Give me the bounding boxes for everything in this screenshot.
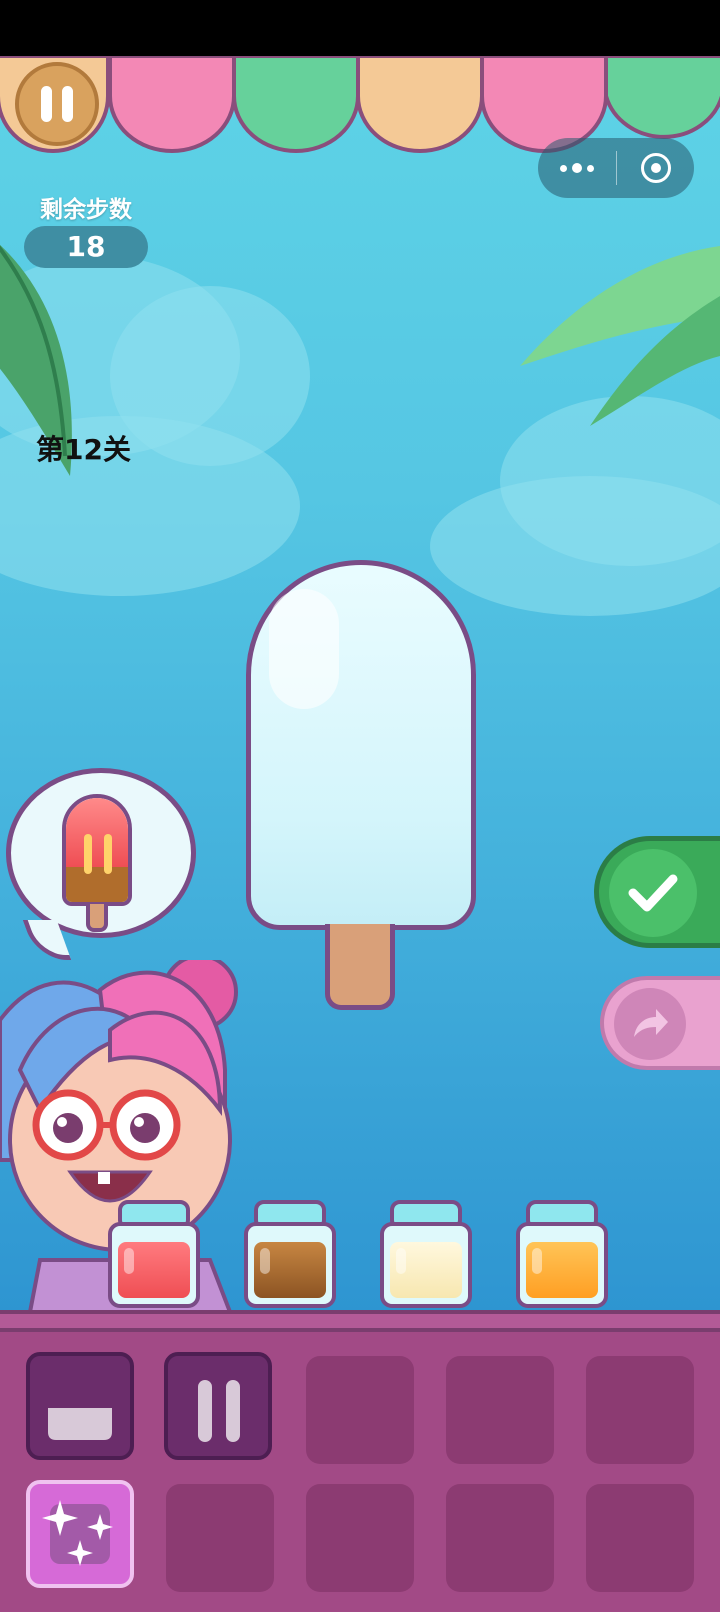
empty-slot — [446, 1484, 554, 1592]
bowl-icon — [48, 1408, 112, 1440]
confirm-button[interactable] — [594, 836, 720, 948]
power-sparkle-button[interactable] — [26, 1480, 134, 1588]
empty-slot — [166, 1484, 274, 1592]
tool-slot-bowl[interactable] — [26, 1352, 134, 1460]
share-button[interactable] — [600, 976, 720, 1070]
popsicle-canvas[interactable] — [246, 560, 476, 930]
empty-slot — [446, 1356, 554, 1464]
pause-button[interactable] — [15, 62, 99, 146]
more-dots-icon[interactable] — [538, 163, 616, 173]
jar-vanilla[interactable] — [380, 1200, 472, 1308]
empty-slot — [306, 1484, 414, 1592]
tool-slot-sticks[interactable] — [164, 1352, 272, 1460]
empty-slot — [586, 1356, 694, 1464]
counter-edge — [0, 1310, 720, 1332]
target-popsicle-icon — [62, 794, 132, 906]
empty-slot — [586, 1484, 694, 1592]
pause-icon — [41, 86, 52, 122]
steps-label: 剩余步数 — [40, 197, 132, 223]
jar-orange[interactable] — [516, 1200, 608, 1308]
target-circle-icon[interactable] — [617, 153, 694, 183]
checkmark-icon — [628, 874, 678, 912]
popsicle-sticks-icon — [198, 1380, 240, 1442]
share-arrow-icon — [634, 1009, 668, 1037]
mini-program-capsule — [538, 138, 694, 198]
cloud — [430, 476, 720, 616]
jar-chocolate[interactable] — [244, 1200, 336, 1308]
palm-leaf-right — [520, 246, 720, 426]
empty-slot — [306, 1356, 414, 1464]
jar-strawberry[interactable] — [108, 1200, 200, 1308]
level-label: 第12关 — [36, 433, 131, 466]
steps-counter: 18 — [24, 226, 148, 268]
pause-icon — [62, 86, 73, 122]
sparkle-icon — [42, 1500, 113, 1566]
status-bar — [0, 0, 720, 56]
popsicle-stick — [325, 924, 395, 1010]
target-popsicle-stick — [86, 904, 108, 932]
popsicle-shine — [269, 589, 339, 709]
